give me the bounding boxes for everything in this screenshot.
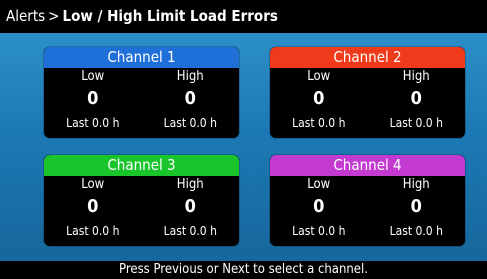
channel-3-panel[interactable]: Channel 3 Low High 0 0 Last 0.0 h Last 0… xyxy=(44,155,239,246)
channel-1-high-label: High xyxy=(176,69,204,84)
channel-2-high-last: Last 0.0 h xyxy=(389,116,443,130)
channel-2-low-value: 0 xyxy=(313,88,325,109)
channel-4-low-label: Low xyxy=(307,177,331,192)
channel-3-title: Channel 3 xyxy=(44,155,239,176)
channel-1-title: Channel 1 xyxy=(44,47,239,68)
channel-3-low-label: Low xyxy=(81,177,105,192)
page-title: Low / High Limit Load Errors xyxy=(62,7,278,25)
header-bar: Alerts > Low / High Limit Load Errors xyxy=(0,0,487,33)
channel-2-low-label: Low xyxy=(307,69,331,84)
footer-hint: Press Previous or Next to select a chann… xyxy=(0,261,487,279)
channel-1-low-last: Last 0.0 h xyxy=(66,116,120,130)
channel-3-high-last: Last 0.0 h xyxy=(163,224,217,238)
channel-3-high-value: 0 xyxy=(184,196,196,217)
channel-4-high-value: 0 xyxy=(410,196,422,217)
breadcrumb-separator: > xyxy=(48,7,60,25)
channel-2-title: Channel 2 xyxy=(270,47,465,68)
channel-3-low-value: 0 xyxy=(87,196,99,217)
channel-4-title: Channel 4 xyxy=(270,155,465,176)
channel-1-low-label: Low xyxy=(81,69,105,84)
channel-2-low-last: Last 0.0 h xyxy=(292,116,346,130)
channel-1-high-value: 0 xyxy=(184,88,196,109)
channel-3-high-label: High xyxy=(176,177,204,192)
channel-1-panel[interactable]: Channel 1 Low High 0 0 Last 0.0 h Last 0… xyxy=(44,47,239,138)
channel-grid: Channel 1 Low High 0 0 Last 0.0 h Last 0… xyxy=(0,33,487,261)
channel-2-high-value: 0 xyxy=(410,88,422,109)
channel-4-panel[interactable]: Channel 4 Low High 0 0 Last 0.0 h Last 0… xyxy=(270,155,465,246)
breadcrumb-alerts[interactable]: Alerts xyxy=(6,7,45,25)
channel-4-low-last: Last 0.0 h xyxy=(292,224,346,238)
channel-4-high-label: High xyxy=(402,177,430,192)
channel-1-high-last: Last 0.0 h xyxy=(163,116,217,130)
channel-4-low-value: 0 xyxy=(313,196,325,217)
channel-4-high-last: Last 0.0 h xyxy=(389,224,443,238)
channel-3-low-last: Last 0.0 h xyxy=(66,224,120,238)
channel-1-low-value: 0 xyxy=(87,88,99,109)
channel-2-high-label: High xyxy=(402,69,430,84)
channel-2-panel[interactable]: Channel 2 Low High 0 0 Last 0.0 h Last 0… xyxy=(270,47,465,138)
